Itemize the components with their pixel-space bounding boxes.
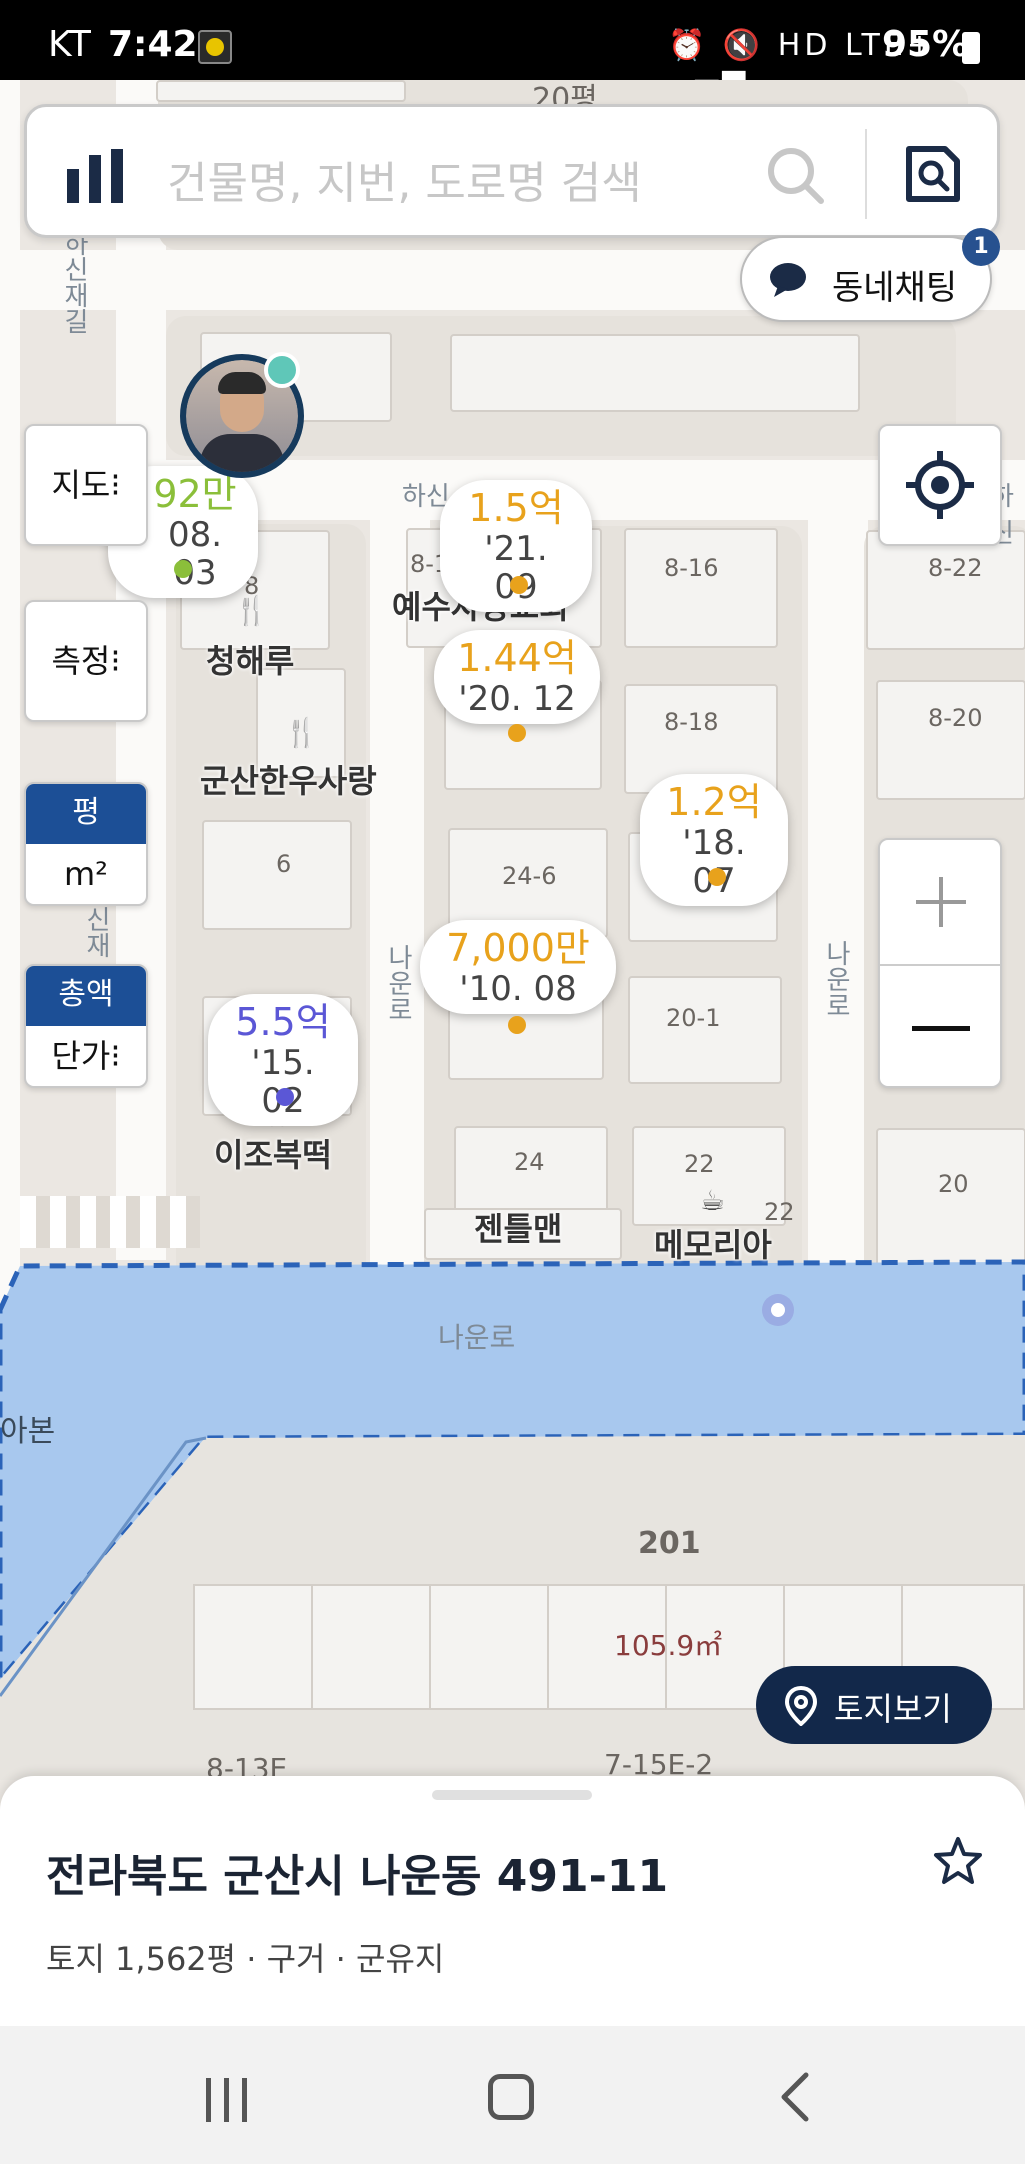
price-value: 92만 [153, 472, 237, 516]
home-icon[interactable] [488, 2074, 534, 2120]
price-date: '20. 12 [458, 679, 576, 719]
search-icon[interactable] [765, 145, 825, 205]
restaurant-icon: 🍴 [234, 594, 269, 627]
poi-label[interactable]: 청해루 [206, 636, 294, 682]
price-marker[interactable]: 1.2억 '18. 07 [640, 774, 788, 906]
price-date: '18. 07 [682, 823, 746, 900]
parcel-number: 20-1 [666, 1004, 721, 1032]
parcel-number: 8-16 [664, 554, 719, 582]
sheet-handle[interactable] [432, 1790, 592, 1800]
zoom-control[interactable] [878, 838, 1002, 1088]
poi-label[interactable]: 메모리아 [654, 1220, 772, 1266]
price-marker[interactable]: 1.44억 '20. 12 [434, 630, 600, 724]
parcel-number: 8-20 [928, 704, 983, 732]
measure-button[interactable]: 측정⁝ [24, 600, 148, 722]
price-value: 7,000만 [446, 926, 590, 970]
price-pin [510, 576, 528, 594]
road-name: 하신재길 [59, 230, 89, 334]
chat-bubble-icon [770, 263, 806, 297]
price-date: '10. 08 [459, 969, 577, 1009]
price-date: '21. 09 [484, 529, 548, 606]
parcel-number: 8-22 [928, 554, 983, 582]
price-pin [174, 560, 192, 578]
recent-apps-icon[interactable] [204, 2076, 250, 2124]
land-view-label: 토지보기 [834, 1690, 952, 1728]
back-icon[interactable] [780, 2072, 810, 2122]
restaurant-icon: 🍴 [284, 716, 319, 749]
parcel-number: 22 [684, 1150, 715, 1178]
unit-sqm-option[interactable]: m² [26, 844, 146, 904]
price-value: 5.5억 [235, 1000, 331, 1044]
price-marker[interactable]: 5.5억 '15. 02 [208, 994, 358, 1126]
star-icon[interactable] [932, 1836, 984, 1886]
battery-icon [962, 32, 980, 64]
parcel-number: 6 [276, 850, 292, 878]
parcel-address: 전라북도 군산시 나운동 491-11 [46, 1851, 669, 1902]
map-type-button[interactable]: 지도⁝ [24, 424, 148, 546]
price-marker[interactable]: 7,000만 '10. 08 [420, 920, 616, 1014]
status-bar: KT 7:42 ⏰ 🔇 HD LTE+ ▂▄▆ 95% [0, 0, 1025, 98]
land-view-button[interactable]: 토지보기 [756, 1666, 992, 1744]
area-unit-toggle[interactable]: 평 m² [24, 782, 148, 906]
minus-icon [912, 1026, 970, 1031]
parcel-number: 8-18 [664, 708, 719, 736]
bar-chart-icon[interactable] [67, 149, 123, 203]
locate-icon [906, 451, 974, 519]
road-name: 나운로 [383, 944, 413, 1022]
unit-pyeong-option[interactable]: 평 [26, 784, 146, 844]
search-input[interactable]: 건물명, 지번, 도로명 검색 [167, 147, 642, 211]
price-total-option[interactable]: 총액 [26, 966, 146, 1026]
road-name: 아본 [0, 1414, 56, 1449]
price-pin [508, 1016, 526, 1034]
price-value: 1.44억 [457, 636, 577, 680]
carrier-label: KT [48, 24, 91, 65]
price-mode-toggle[interactable]: 총액 단가⁝ [24, 964, 148, 1088]
parcel-summary: 토지 1,562평 · 구거 · 군유지 [46, 1940, 445, 1978]
search-bar[interactable]: 건물명, 지번, 도로명 검색 [24, 104, 1000, 238]
parcel-number: 20 [938, 1170, 969, 1198]
neighborhood-chat-button[interactable]: 동네채팅 [740, 236, 992, 322]
map-view[interactable]: 하신재길 하신재 하신 나운로 나운로 나운로 하신 아본 8 8-1 8-16… [0, 80, 1025, 1780]
battery-percent: 95% [882, 24, 969, 65]
price-value: 1.5억 [468, 486, 564, 530]
cafe-icon: ☕ [700, 1184, 726, 1217]
price-pin [276, 1088, 294, 1106]
poi-label[interactable]: 군산한우사랑 [200, 756, 377, 802]
area-label: 105.9㎡ [614, 1629, 723, 1662]
parcel-number: 201 [638, 1526, 701, 1561]
zoom-in-button[interactable] [880, 840, 1000, 964]
online-indicator [264, 352, 300, 388]
price-date: '15. 02 [251, 1043, 315, 1120]
price-unit-option[interactable]: 단가⁝ [26, 1026, 146, 1086]
price-pin [708, 868, 726, 886]
clock: 7:42 [108, 24, 198, 65]
price-date: 08. 03 [167, 515, 223, 593]
price-pin [508, 724, 526, 742]
road-name: 나운로 [821, 940, 851, 1018]
notification-badge: 1 [962, 228, 1000, 266]
app-notification-icon [198, 30, 232, 64]
road-name: 나운로 [438, 1321, 516, 1354]
parcel-number: 24-6 [502, 862, 557, 890]
parcel-number: 24 [514, 1148, 545, 1176]
document-search-icon[interactable] [905, 145, 961, 203]
divider [865, 129, 867, 219]
parcel-info-sheet[interactable]: 전라북도 군산시 나운동 491-11 토지 1,562평 · 구거 · 군유지 [0, 1776, 1025, 2026]
zoom-out-button[interactable] [880, 966, 1000, 1090]
current-location-button[interactable] [878, 424, 1002, 546]
system-navigation-bar [0, 2026, 1025, 2164]
chat-label: 동네채팅 [832, 268, 958, 308]
location-pin-icon [784, 1686, 818, 1726]
poi-label[interactable]: 젠틀맨 [474, 1204, 562, 1250]
poi-label[interactable]: 이조복떡 [214, 1130, 332, 1176]
price-value: 1.2억 [666, 780, 762, 824]
